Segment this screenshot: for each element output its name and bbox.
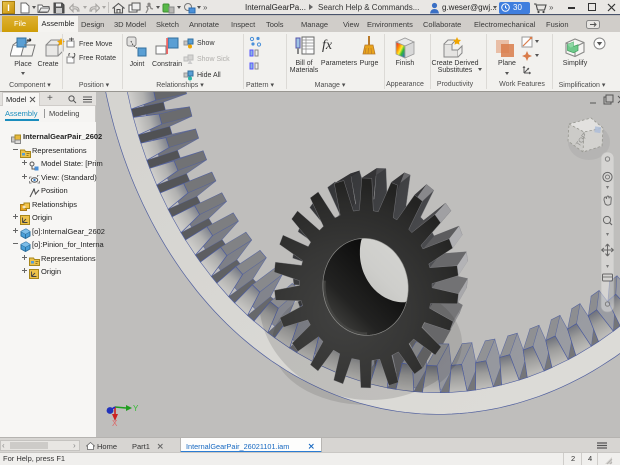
svg-text:Y: Y [133, 404, 139, 413]
svg-text:▾: ▾ [606, 232, 609, 238]
svg-text:X: X [112, 419, 118, 428]
svg-text:▾: ▾ [606, 185, 609, 191]
svg-text:▾: ▾ [606, 264, 609, 270]
